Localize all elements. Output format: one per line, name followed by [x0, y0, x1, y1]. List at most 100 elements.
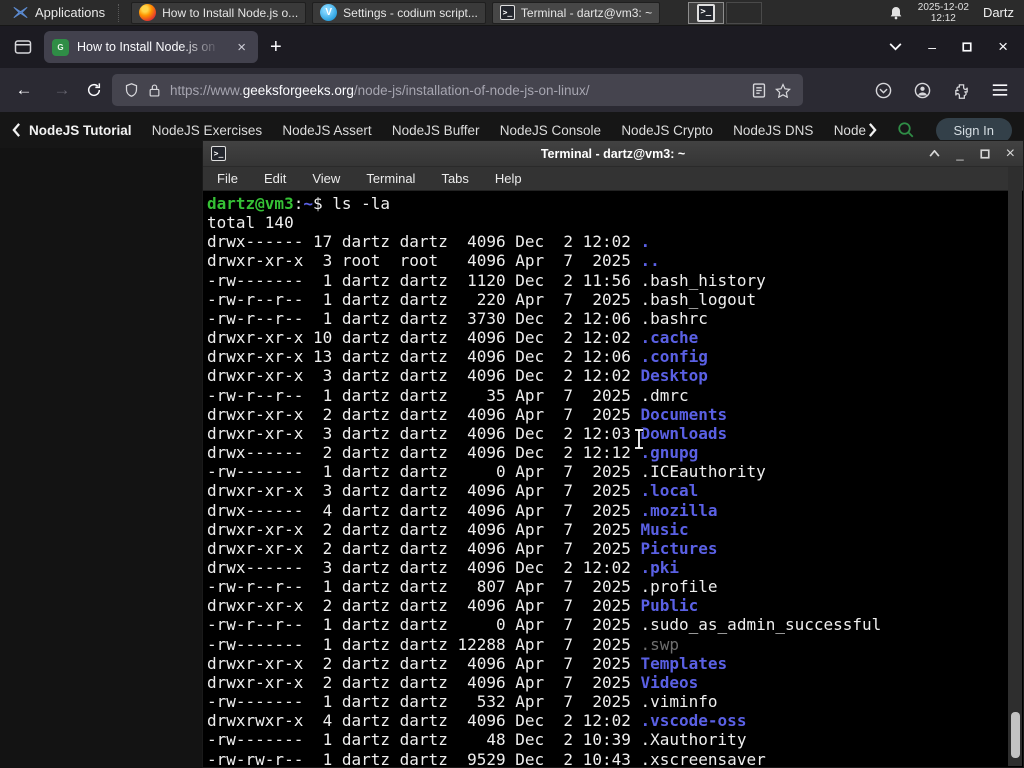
menu-edit[interactable]: Edit: [264, 171, 286, 186]
terminal-scrollbar-track[interactable]: [1008, 167, 1022, 766]
url-host: geeksforgeeks.org: [242, 82, 354, 98]
panel-separator: [118, 3, 122, 22]
terminal-listing-line: -rw-r--r-- 1 dartz dartz 220 Apr 7 2025 …: [207, 289, 757, 309]
directory-name: Pictures: [640, 538, 718, 558]
terminal-window-title: Terminal - dartz@vm3: ~: [540, 146, 686, 161]
file-name: .sudo_as_admin_successful: [640, 615, 882, 635]
codium-icon: V: [320, 4, 338, 21]
back-button[interactable]: ←: [10, 80, 38, 100]
directory-name: Documents: [640, 404, 728, 424]
switcher-terminal-cell[interactable]: >_: [687, 1, 724, 24]
switcher-empty-cell[interactable]: [725, 1, 762, 24]
terminal-listing-line: drwx------ 4 dartz dartz 4096 Apr 7 2025…: [207, 500, 718, 520]
account-icon[interactable]: [914, 82, 931, 99]
shade-window-button[interactable]: [929, 150, 940, 157]
geeksforgeeks-favicon: G: [52, 38, 69, 56]
url-bar[interactable]: https://www.geeksforgeeks.org/node-js/in…: [112, 74, 803, 106]
terminal-listing-line: drwxr-xr-x 3 dartz dartz 4096 Dec 2 12:0…: [207, 423, 728, 443]
site-nav-item[interactable]: NodeJS Assert: [282, 123, 371, 138]
firefox-view-button[interactable]: [8, 33, 38, 61]
tracking-shield-icon[interactable]: [124, 82, 139, 98]
tab-close-icon[interactable]: ×: [233, 38, 250, 57]
firefox-navigation-toolbar: ← → https://www.geeksforgeeks.org/node-j…: [0, 68, 1024, 112]
xubuntu-logo-icon: [13, 7, 28, 18]
site-nav-more[interactable]: Node: [834, 123, 877, 138]
taskbar-button-codium[interactable]: V Settings - codium script...: [312, 1, 486, 24]
directory-name: Videos: [640, 672, 699, 692]
prompt-cwd: ~: [303, 194, 313, 213]
taskbar-button-firefox[interactable]: How to Install Node.js o...: [131, 1, 307, 24]
file-name: .Xauthority: [640, 730, 747, 750]
search-icon[interactable]: [897, 121, 915, 139]
file-name: .profile: [640, 577, 718, 597]
terminal-listing-line: -rw------- 1 dartz dartz 532 Apr 7 2025 …: [207, 692, 718, 712]
site-nav-item[interactable]: NodeJS Buffer: [392, 123, 480, 138]
terminal-icon: >_: [696, 3, 715, 22]
toolbar-right-icons: [875, 82, 1014, 99]
file-name: .bash_history: [640, 270, 766, 290]
tab-title: How to Install Node.js on: [77, 40, 216, 54]
terminal-listing-line: drwxr-xr-x 2 dartz dartz 4096 Apr 7 2025…: [207, 404, 728, 424]
terminal-listing-line: drwxr-xr-x 2 dartz dartz 4096 Apr 7 2025…: [207, 672, 699, 692]
menu-tabs[interactable]: Tabs: [441, 171, 468, 186]
terminal-icon: >_: [211, 146, 226, 161]
prompt-user-host: dartz@vm3: [207, 194, 294, 213]
window-close-button[interactable]: ×: [998, 37, 1008, 57]
reload-button[interactable]: [86, 82, 102, 98]
panel-clock[interactable]: 2025-12-02 12:12: [918, 2, 969, 24]
directory-name: .local: [640, 481, 699, 501]
extensions-puzzle-icon[interactable]: [953, 82, 970, 99]
directory-name: ..: [640, 251, 660, 271]
list-all-tabs-chevron-icon[interactable]: [889, 43, 902, 51]
applications-menu-button[interactable]: Applications: [8, 1, 109, 25]
window-maximize-button[interactable]: [962, 42, 972, 52]
file-name: .swp: [640, 634, 680, 654]
site-nav-item[interactable]: NodeJS Console: [500, 123, 601, 138]
bookmark-star-icon[interactable]: [775, 82, 791, 98]
window-minimize-button[interactable]: –: [928, 39, 936, 55]
terminal-listing-line: drwxr-xr-x 3 dartz dartz 4096 Apr 7 2025…: [207, 481, 699, 501]
sign-in-button[interactable]: Sign In: [935, 117, 1012, 143]
site-nav-item[interactable]: NodeJS Crypto: [621, 123, 713, 138]
lock-icon[interactable]: [148, 83, 161, 98]
site-nav-item[interactable]: NodeJS DNS: [733, 123, 813, 138]
directory-name: .gnupg: [640, 443, 699, 463]
site-nav-item[interactable]: NodeJS Exercises: [152, 123, 262, 138]
terminal-scrollbar-thumb[interactable]: [1011, 712, 1020, 758]
taskbar-button-label: Terminal - dartz@vm3: ~: [520, 5, 653, 20]
terminal-output[interactable]: dartz@vm3:~$ ls -la total 140 drwx------…: [203, 191, 1023, 767]
menu-terminal[interactable]: Terminal: [366, 171, 415, 186]
firefox-tab-bar: G How to Install Node.js on × + – ×: [0, 26, 1024, 68]
site-nav-back[interactable]: NodeJS Tutorial: [12, 123, 132, 138]
directory-name: .cache: [640, 328, 699, 348]
terminal-listing-line: -rw------- 1 dartz dartz 48 Dec 2 10:39 …: [207, 730, 747, 750]
file-name: .viminfo: [640, 692, 718, 712]
terminal-title-bar[interactable]: >_ Terminal - dartz@vm3: ~ _ ×: [203, 141, 1023, 167]
chevron-left-icon: [12, 123, 20, 137]
reader-mode-icon[interactable]: [752, 82, 766, 98]
terminal-listing-line: -rw-rw-r-- 1 dartz dartz 9529 Dec 2 10:4…: [207, 749, 766, 767]
terminal-listing-line: drwx------ 17 dartz dartz 4096 Dec 2 12:…: [207, 232, 651, 252]
terminal-listing-line: -rw-r--r-- 1 dartz dartz 35 Apr 7 2025 .…: [207, 385, 689, 405]
pocket-save-icon[interactable]: [875, 82, 892, 99]
close-button[interactable]: ×: [1006, 145, 1015, 162]
directory-name: .vscode-oss: [640, 711, 747, 731]
menu-file[interactable]: File: [217, 171, 238, 186]
site-nav-label: Node: [833, 122, 866, 138]
panel-user-label[interactable]: Dartz: [983, 5, 1014, 20]
maximize-button[interactable]: [980, 148, 990, 159]
browser-tab-active[interactable]: G How to Install Node.js on ×: [44, 31, 258, 63]
terminal-listing-line: drwxr-xr-x 2 dartz dartz 4096 Apr 7 2025…: [207, 596, 699, 616]
directory-name: Public: [640, 596, 699, 616]
forward-button[interactable]: →: [48, 80, 76, 100]
minimize-button[interactable]: _: [956, 147, 963, 160]
menu-help[interactable]: Help: [495, 171, 522, 186]
terminal-listing-line: -rw------- 1 dartz dartz 1120 Dec 2 11:5…: [207, 270, 766, 290]
notification-bell-icon[interactable]: [888, 5, 904, 21]
taskbar-button-terminal[interactable]: >_ Terminal - dartz@vm3: ~: [491, 1, 661, 24]
hamburger-menu-icon[interactable]: [992, 83, 1008, 97]
new-tab-button[interactable]: +: [258, 36, 294, 59]
terminal-menu-bar: File Edit View Terminal Tabs Help: [203, 167, 1023, 191]
menu-view[interactable]: View: [312, 171, 340, 186]
terminal-listing-line: drwxrwxr-x 4 dartz dartz 4096 Dec 2 12:0…: [207, 711, 747, 731]
